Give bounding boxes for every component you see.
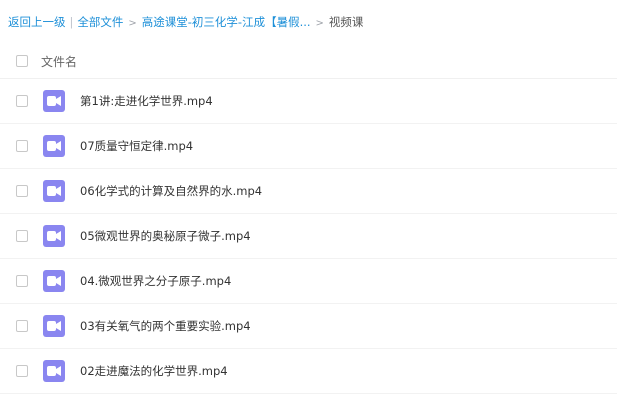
breadcrumb: 返回上一级 | 全部文件 > 高途课堂-初三化学-江成【暑假... > 视频课	[8, 14, 363, 30]
current-folder: 视频课	[328, 15, 364, 29]
file-name[interactable]: 02走进魔法的化学世界.mp4	[80, 363, 228, 379]
row-checkbox[interactable]	[16, 230, 28, 242]
list-item[interactable]: 06化学式的计算及自然界的水.mp4	[0, 169, 617, 214]
row-checkbox[interactable]	[16, 95, 28, 107]
chevron-right-icon: >	[128, 18, 137, 29]
video-file-icon	[43, 135, 65, 157]
list-item[interactable]: 07质量守恒定律.mp4	[0, 124, 617, 169]
file-name[interactable]: 第1讲:走进化学世界.mp4	[80, 93, 213, 109]
file-list-header: 文件名	[0, 44, 617, 79]
video-file-icon	[43, 90, 65, 112]
back-link[interactable]: 返回上一级	[8, 15, 66, 29]
row-checkbox[interactable]	[16, 185, 28, 197]
list-item[interactable]: 03有关氧气的两个重要实验.mp4	[0, 304, 617, 349]
row-checkbox[interactable]	[16, 320, 28, 332]
row-checkbox[interactable]	[16, 140, 28, 152]
list-item[interactable]: 02走进魔法的化学世界.mp4	[0, 349, 617, 394]
list-item[interactable]: 04.微观世界之分子原子.mp4	[0, 259, 617, 304]
column-header-filename: 文件名	[41, 55, 78, 69]
file-name[interactable]: 04.微观世界之分子原子.mp4	[80, 273, 231, 289]
breadcrumb-separator: |	[69, 15, 74, 29]
video-file-icon	[43, 315, 65, 337]
folder-link[interactable]: 高途课堂-初三化学-江成【暑假...	[142, 15, 311, 29]
video-file-icon	[43, 225, 65, 247]
video-file-icon	[43, 180, 65, 202]
chevron-right-icon: >	[315, 18, 324, 29]
file-name[interactable]: 03有关氧气的两个重要实验.mp4	[80, 318, 251, 334]
row-checkbox[interactable]	[16, 365, 28, 377]
file-name[interactable]: 05微观世界的奥秘原子微子.mp4	[80, 228, 251, 244]
video-file-icon	[43, 360, 65, 382]
list-item[interactable]: 第1讲:走进化学世界.mp4	[0, 79, 617, 124]
file-name[interactable]: 06化学式的计算及自然界的水.mp4	[80, 183, 262, 199]
select-all-checkbox[interactable]	[16, 55, 28, 67]
all-files-link[interactable]: 全部文件	[77, 15, 123, 29]
file-name[interactable]: 07质量守恒定律.mp4	[80, 138, 193, 154]
list-item[interactable]: 05微观世界的奥秘原子微子.mp4	[0, 214, 617, 259]
row-checkbox[interactable]	[16, 275, 28, 287]
video-file-icon	[43, 270, 65, 292]
